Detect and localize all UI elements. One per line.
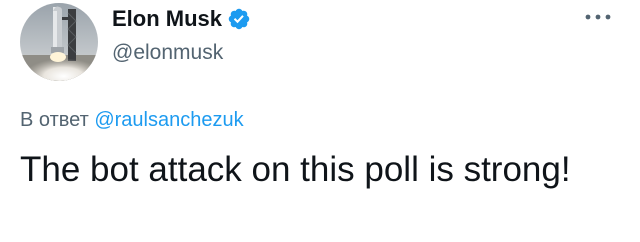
- author-handle[interactable]: @elonmusk: [112, 40, 223, 66]
- avatar[interactable]: [20, 3, 98, 81]
- rocket-launch-image: [20, 3, 98, 81]
- reply-prefix: В ответ: [20, 109, 89, 131]
- reply-mention-link[interactable]: @raulsanchezuk: [94, 109, 243, 131]
- more-horizontal-icon: [585, 14, 611, 20]
- tweet-card: Elon Musk @elonmusk В ответ @raulsanchez…: [0, 0, 640, 242]
- author-display-name[interactable]: Elon Musk: [112, 5, 222, 33]
- tweet-text: The bot attack on this poll is strong!: [20, 150, 571, 189]
- reply-context: В ответ @raulsanchezuk: [20, 107, 244, 133]
- more-options-button[interactable]: [580, 2, 616, 32]
- author-name-row: Elon Musk: [112, 5, 251, 33]
- verified-badge-icon: [227, 7, 251, 31]
